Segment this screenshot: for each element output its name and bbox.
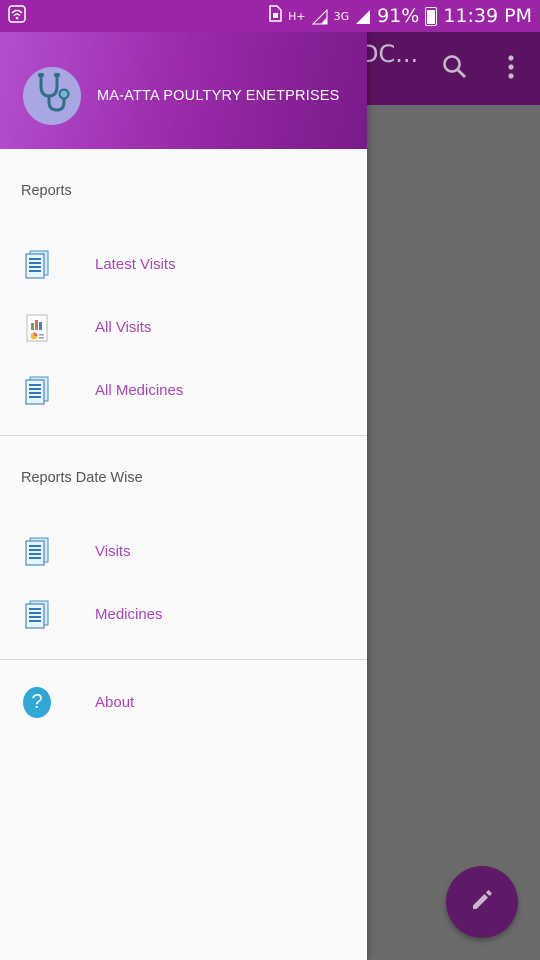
app-title: DC... — [360, 40, 419, 68]
status-bar: H+ 3G 91% 11:39 PM — [0, 0, 540, 32]
nav-item-all-visits[interactable]: All Visits — [0, 296, 367, 359]
clock: 11:39 PM — [443, 5, 532, 27]
nav-item-all-medicines[interactable]: All Medicines — [0, 359, 367, 422]
section-reports: Reports Latest Visits All Visits All Med… — [0, 149, 367, 435]
sim-icon — [268, 5, 282, 27]
signal-icon-1 — [311, 8, 328, 25]
nav-item-medicines[interactable]: Medicines — [0, 583, 367, 646]
report-chart-icon — [23, 312, 51, 344]
nav-label-medicines: Medicines — [95, 606, 163, 623]
edit-fab-button[interactable] — [446, 866, 518, 938]
nav-label-all-visits: All Visits — [95, 319, 152, 336]
document-icon — [23, 599, 51, 631]
avatar[interactable] — [23, 67, 81, 125]
nav-label-about: About — [95, 693, 135, 711]
signal-icon-2 — [355, 8, 371, 24]
document-icon — [23, 375, 51, 407]
document-icon — [23, 249, 51, 281]
nav-label-all-medicines: All Medicines — [95, 382, 184, 399]
stethoscope-icon — [32, 72, 72, 120]
pencil-icon — [469, 887, 495, 917]
wifi-icon — [8, 5, 26, 27]
nav-item-visits[interactable]: Visits — [0, 520, 367, 583]
help-icon-glyph: ? — [23, 686, 51, 718]
company-name: MA-ATTA POULTYRY ENETPRISES — [97, 88, 340, 104]
battery-percent: 91% — [377, 5, 420, 27]
help-icon: ? — [23, 686, 51, 718]
drawer-header: MA-ATTA POULTYRY ENETPRISES — [0, 32, 367, 149]
nav-item-about[interactable]: ? About — [0, 660, 367, 744]
nav-item-latest-visits[interactable]: Latest Visits — [0, 233, 367, 296]
document-icon — [23, 536, 51, 568]
nav-label-visits: Visits — [95, 543, 131, 560]
more-options-icon[interactable] — [505, 52, 517, 86]
battery-icon — [425, 6, 438, 26]
navigation-drawer: MA-ATTA POULTYRY ENETPRISES Reports Late… — [0, 32, 367, 960]
network-type-label: H+ — [288, 9, 306, 23]
section-title-reports-date-wise: Reports Date Wise — [21, 470, 143, 486]
status-right: H+ 3G 91% 11:39 PM — [268, 5, 532, 27]
network-3g-label: 3G — [333, 9, 350, 23]
section-title-reports: Reports — [21, 183, 72, 199]
search-icon[interactable] — [442, 54, 468, 84]
status-left — [8, 5, 26, 27]
nav-label-latest-visits: Latest Visits — [95, 256, 176, 273]
section-reports-date-wise: Reports Date Wise Visits Medicines — [0, 436, 367, 659]
